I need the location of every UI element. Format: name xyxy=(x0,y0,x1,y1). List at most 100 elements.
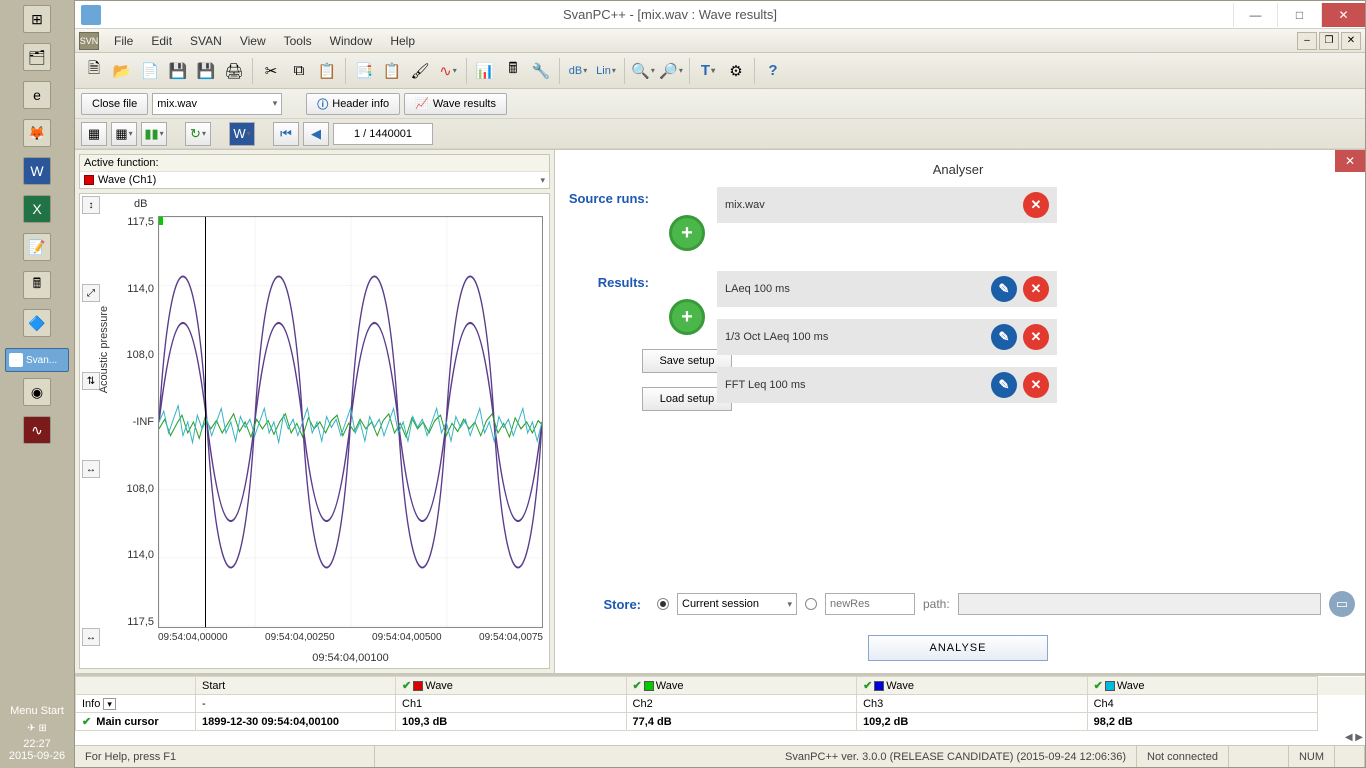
start-icon[interactable]: ⊞ xyxy=(23,5,51,33)
open-folder-icon[interactable]: 📂 xyxy=(109,58,135,84)
status-help: For Help, press F1 xyxy=(75,746,375,767)
source-runs-section: Source runs: + mix.wav ✕ xyxy=(561,187,1355,251)
fx-icon[interactable]: 🔧 xyxy=(528,58,554,84)
paste-icon[interactable]: 📋 xyxy=(314,58,340,84)
result-item[interactable]: LAeq 100 ms ✎ ✕ xyxy=(717,271,1057,307)
active-function-selector[interactable]: Wave (Ch1) ▾ xyxy=(80,171,549,188)
remove-result-button[interactable]: ✕ xyxy=(1023,276,1049,302)
menu-tools[interactable]: Tools xyxy=(275,34,321,48)
view-grid-dd-icon[interactable]: ▦ xyxy=(111,122,137,146)
chart-cursor-line[interactable] xyxy=(205,217,206,627)
close-file-button[interactable]: Close file xyxy=(81,93,148,115)
header-info-button[interactable]: ⓘHeader info xyxy=(306,93,400,115)
chart-x-ticks: 09:54:04,00000 09:54:04,00250 09:54:04,0… xyxy=(158,632,543,648)
ie-icon[interactable]: e xyxy=(23,81,51,109)
notepad-icon[interactable]: 📝 xyxy=(23,233,51,261)
brush-icon[interactable]: 🖌 xyxy=(407,58,433,84)
path-input[interactable] xyxy=(958,593,1321,615)
result-item[interactable]: 1/3 Oct LAeq 100 ms ✎ ✕ xyxy=(717,319,1057,355)
new-result-name-input[interactable] xyxy=(825,593,915,615)
menu-file[interactable]: File xyxy=(105,34,142,48)
nav-prev-icon[interactable]: ◀ xyxy=(303,122,329,146)
wave-results-button[interactable]: 📈Wave results xyxy=(404,93,507,115)
copy-icon[interactable]: ⧉ xyxy=(286,58,312,84)
help-icon[interactable]: ? xyxy=(760,58,786,84)
new-file-icon[interactable]: 🗎 xyxy=(81,58,107,84)
chart-tool-hzoom-icon[interactable]: ↔ xyxy=(82,460,100,478)
maximize-button[interactable]: □ xyxy=(1277,3,1321,27)
misc-icon[interactable]: 🔷 xyxy=(23,309,51,337)
file-selector[interactable]: mix.wav xyxy=(152,93,282,115)
mdi-restore-button[interactable]: ❐ xyxy=(1319,32,1339,50)
zoom-out-icon[interactable]: 🔎 xyxy=(658,58,684,84)
tool-b-icon[interactable]: 📋 xyxy=(379,58,405,84)
firefox-icon[interactable]: 🦊 xyxy=(23,119,51,147)
menu-start-label[interactable]: Menu Start xyxy=(0,701,74,721)
wave-tool-icon[interactable]: ∿ xyxy=(435,58,461,84)
windows-taskbar: ⊞ 🗂 e 🦊 W X 📝 🖩 🔷 Svan... ◉ ∿ Menu Start… xyxy=(0,0,74,768)
menu-help[interactable]: Help xyxy=(381,34,424,48)
store-session-select[interactable]: Current session xyxy=(677,593,797,615)
remove-result-button[interactable]: ✕ xyxy=(1023,372,1049,398)
menu-edit[interactable]: Edit xyxy=(142,34,181,48)
col-wave-ch4: ✔Wave xyxy=(1087,677,1318,695)
save-all-icon[interactable]: 💾 xyxy=(193,58,219,84)
chart-tool-scroll-up-icon[interactable]: ↕ xyxy=(82,196,100,214)
analyser-panel: ✕ Analyser Source runs: + mix.wav ✕ Re xyxy=(555,150,1365,673)
analyse-button[interactable]: ANALYSE xyxy=(868,635,1048,661)
edit-result-button[interactable]: ✎ xyxy=(991,324,1017,350)
edit-result-button[interactable]: ✎ xyxy=(991,276,1017,302)
store-newres-radio[interactable] xyxy=(805,598,817,610)
view-grid-icon[interactable]: ▦ xyxy=(81,122,107,146)
tray-icon-1[interactable]: ◉ xyxy=(23,378,51,406)
word-export-icon[interactable]: W xyxy=(229,122,255,146)
info-dropdown-icon[interactable]: ▾ xyxy=(103,698,116,710)
close-button[interactable]: ✕ xyxy=(1321,3,1365,27)
menu-window[interactable]: Window xyxy=(321,34,382,48)
remove-result-button[interactable]: ✕ xyxy=(1023,324,1049,350)
result-item[interactable]: FFT Leq 100 ms ✎ ✕ xyxy=(717,367,1057,403)
window-title: SvanPC++ - [mix.wav : Wave results] xyxy=(107,7,1233,22)
nav-first-icon[interactable]: ⏮ xyxy=(273,122,299,146)
tray-icon-2[interactable]: ∿ xyxy=(23,416,51,444)
source-item[interactable]: mix.wav ✕ xyxy=(717,187,1057,223)
add-result-button[interactable]: + xyxy=(669,299,705,335)
tool-a-icon[interactable]: 📑 xyxy=(351,58,377,84)
excel-icon[interactable]: X xyxy=(23,195,51,223)
table-scroll-icon[interactable]: ◀ ▶ xyxy=(1345,732,1363,743)
text-tool-icon[interactable]: T xyxy=(695,58,721,84)
settings-icon[interactable]: ⚙ xyxy=(723,58,749,84)
svn-file-icon[interactable]: 📄 xyxy=(137,58,163,84)
word-icon[interactable]: W xyxy=(23,157,51,185)
calc-icon[interactable]: 🖩 xyxy=(23,271,51,299)
position-input[interactable] xyxy=(333,123,433,145)
edit-result-button[interactable]: ✎ xyxy=(991,372,1017,398)
chart-tool-zoom-icon[interactable]: ⤢ xyxy=(82,284,100,302)
menu-svan[interactable]: SVAN xyxy=(181,34,231,48)
analyser-close-button[interactable]: ✕ xyxy=(1335,150,1365,172)
store-session-radio[interactable] xyxy=(657,598,669,610)
add-source-button[interactable]: + xyxy=(669,215,705,251)
browse-path-button[interactable]: ▭ xyxy=(1329,591,1355,617)
refresh-icon[interactable]: ↻ xyxy=(185,122,211,146)
calculator-icon[interactable]: 🖩 xyxy=(500,58,526,84)
mdi-close-button[interactable]: ✕ xyxy=(1341,32,1361,50)
view-bars-icon[interactable]: ▮▮ xyxy=(141,122,167,146)
save-icon[interactable]: 💾 xyxy=(165,58,191,84)
remove-source-button[interactable]: ✕ xyxy=(1023,192,1049,218)
minimize-button[interactable]: — xyxy=(1233,3,1277,27)
explorer-icon[interactable]: 🗂 xyxy=(23,43,51,71)
lin-scale-icon[interactable]: Lin xyxy=(593,58,619,84)
zoom-in-icon[interactable]: 🔍 xyxy=(630,58,656,84)
chart-tool-hscroll-icon[interactable]: ↔ xyxy=(82,628,100,646)
system-tray[interactable]: ✈⊞ xyxy=(27,721,47,736)
chart-plot-area[interactable] xyxy=(158,216,543,628)
db-scale-icon[interactable]: dB xyxy=(565,58,591,84)
mdi-minimize-button[interactable]: – xyxy=(1297,32,1317,50)
menu-view[interactable]: View xyxy=(231,34,275,48)
print-icon[interactable]: 🖨 xyxy=(221,58,247,84)
waveform-chart[interactable]: ↕ ⤢ ⇅ ↔ dB Acoustic pressure 117,5 114,0… xyxy=(79,193,550,669)
cut-icon[interactable]: ✂ xyxy=(258,58,284,84)
taskbar-app-svan[interactable]: Svan... xyxy=(5,348,69,372)
analyser-icon[interactable]: 📊 xyxy=(472,58,498,84)
